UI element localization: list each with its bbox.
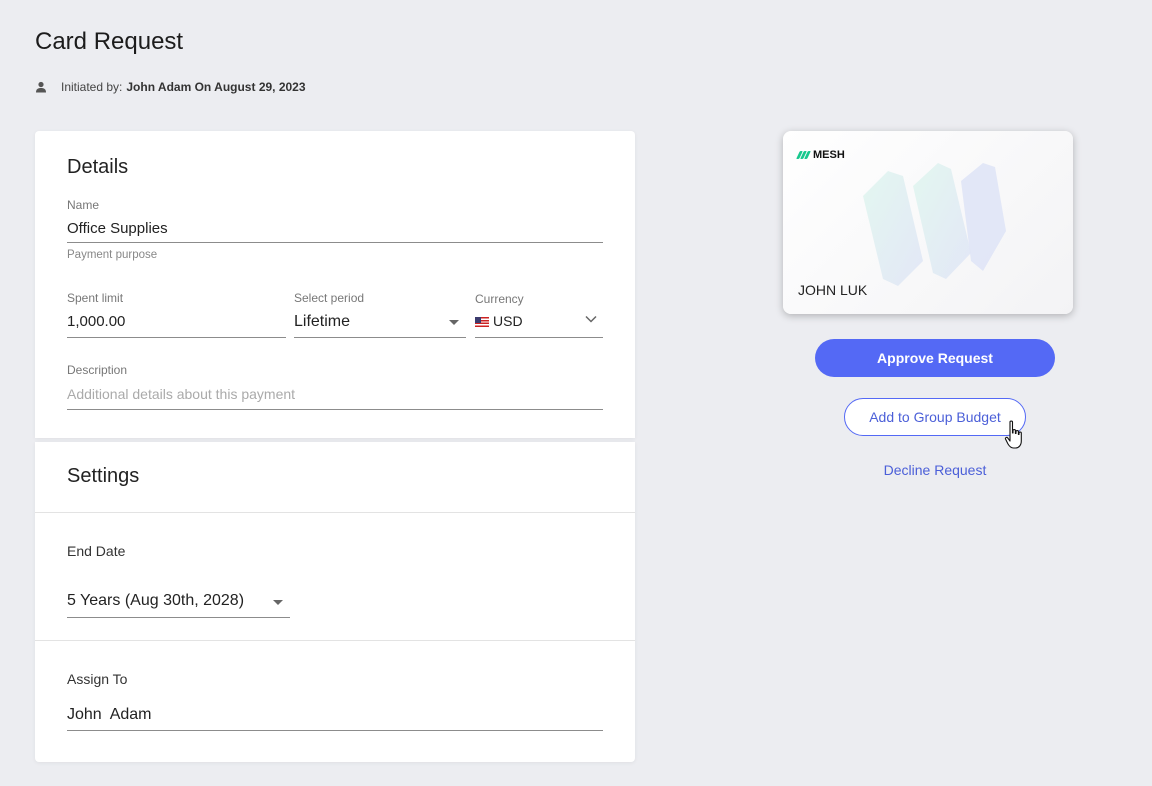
period-underline: [294, 337, 466, 338]
details-panel: Details Name Office Supplies Payment pur…: [35, 131, 635, 438]
settings-title: Settings: [67, 465, 140, 487]
end-date-select[interactable]: 5 Years (Aug 30th, 2028): [67, 592, 244, 610]
person-icon: [36, 81, 46, 93]
name-underline: [67, 242, 603, 243]
settings-divider-1: [35, 512, 635, 513]
initiator-prefix: Initiated by:: [61, 80, 123, 94]
settings-divider-2: [35, 640, 635, 641]
spent-limit-label: Spent limit: [67, 291, 124, 305]
settings-panel: Settings End Date 5 Years (Aug 30th, 202…: [35, 442, 635, 762]
currency-label: Currency: [475, 292, 524, 306]
name-helper: Payment purpose: [67, 249, 158, 261]
assign-label: Assign To: [67, 671, 128, 687]
currency-underline: [475, 337, 603, 338]
assign-underline: [67, 730, 603, 731]
spent-limit-underline: [67, 337, 286, 338]
card-brand: MESH: [796, 149, 845, 161]
card-art-graphic: [863, 163, 1006, 286]
end-date-underline: [67, 617, 290, 618]
details-title: Details: [67, 156, 129, 178]
card-preview: MESH JOHN LUK: [783, 131, 1073, 314]
name-input[interactable]: Office Supplies: [67, 220, 168, 237]
end-date-label: End Date: [67, 543, 126, 559]
description-input[interactable]: Additional details about this payment: [67, 386, 295, 402]
card-brand-text: MESH: [813, 149, 845, 161]
mesh-logo-icon: [796, 151, 811, 159]
initiator-line: Initiated by: John Adam On August 29, 20…: [35, 80, 306, 94]
initiator-value: John Adam On August 29, 2023: [126, 80, 306, 94]
currency-select[interactable]: USD: [475, 313, 523, 329]
approve-request-button[interactable]: Approve Request: [815, 339, 1055, 377]
period-select[interactable]: Lifetime: [294, 313, 350, 331]
card-holder-name: JOHN LUK: [798, 282, 868, 298]
hand-pointer-icon: [1004, 420, 1022, 449]
spent-limit-input[interactable]: 1,000.00: [67, 313, 125, 330]
chevron-down-icon[interactable]: [585, 315, 597, 323]
description-underline: [67, 409, 603, 410]
page-title: Card Request: [35, 28, 184, 55]
caret-down-icon[interactable]: [273, 600, 283, 605]
name-label: Name: [67, 198, 100, 212]
caret-down-icon[interactable]: [449, 320, 459, 325]
currency-value: USD: [493, 313, 523, 329]
period-label: Select period: [294, 291, 365, 305]
us-flag-icon: [475, 317, 489, 327]
assign-input[interactable]: John Adam: [67, 706, 152, 724]
description-label: Description: [67, 363, 128, 377]
decline-request-link[interactable]: Decline Request: [815, 462, 1055, 478]
add-to-group-budget-button[interactable]: Add to Group Budget: [844, 398, 1026, 436]
